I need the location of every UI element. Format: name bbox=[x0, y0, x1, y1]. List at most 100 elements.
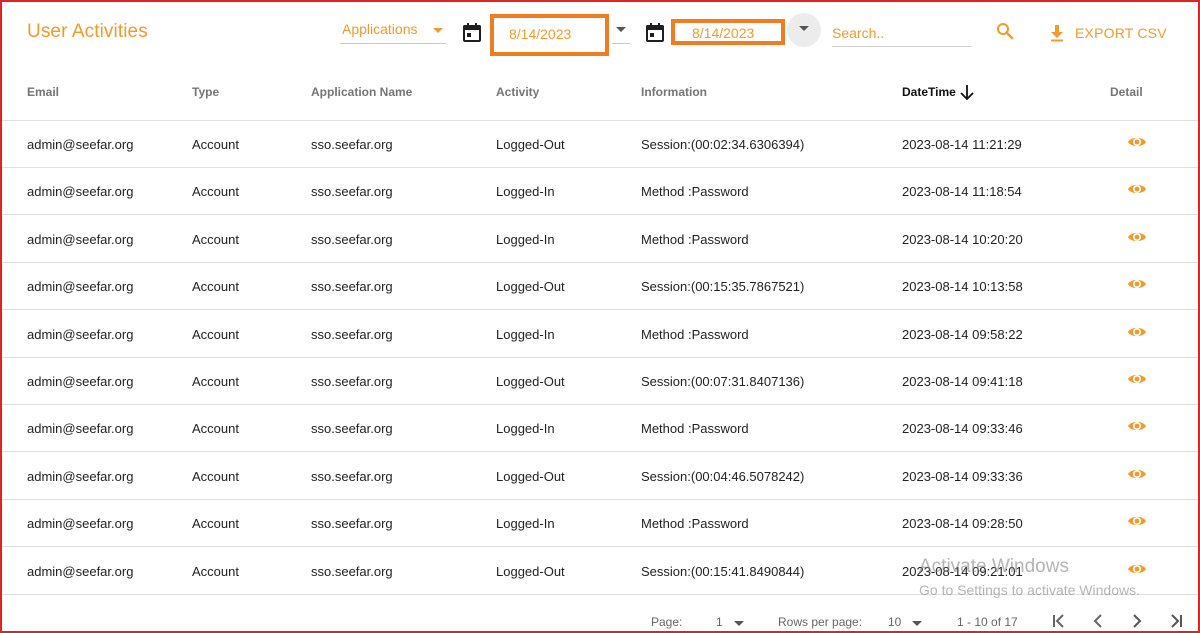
calendar-icon[interactable] bbox=[463, 23, 481, 42]
cell-datetime: 2023-08-14 09:28:50 bbox=[902, 516, 1023, 532]
rows-per-page-select[interactable]: 10 bbox=[888, 611, 924, 631]
calendar-icon[interactable] bbox=[646, 23, 664, 42]
table-row: admin@seefar.org Account sso.seefar.org Log… bbox=[2, 168, 1198, 216]
cell-datetime: 2023-08-14 09:33:36 bbox=[902, 468, 1023, 484]
eye-icon[interactable] bbox=[1127, 514, 1147, 528]
search-input[interactable] bbox=[832, 23, 972, 43]
cell-type: Account bbox=[192, 374, 239, 389]
date-from-field[interactable]: 8/14/2023 bbox=[490, 14, 609, 56]
table-row: admin@seefar.org Account sso.seefar.org Log… bbox=[2, 263, 1198, 311]
cell-activity: Logged-Out bbox=[496, 468, 565, 484]
eye-icon[interactable] bbox=[1127, 135, 1147, 149]
eye-icon[interactable] bbox=[1127, 182, 1147, 196]
cell-activity: Logged-Out bbox=[496, 137, 565, 152]
table-row: admin@seefar.org Account sso.seefar.org Log… bbox=[2, 121, 1198, 168]
eye-icon[interactable] bbox=[1127, 419, 1147, 433]
date-from-dropdown[interactable] bbox=[612, 20, 630, 44]
column-header-datetime[interactable]: DateTime bbox=[902, 85, 956, 99]
cell-email: admin@seefar.org bbox=[27, 374, 134, 389]
cell-type: Account bbox=[192, 279, 239, 295]
table-row: admin@seefar.org Account sso.seefar.org Log… bbox=[2, 358, 1198, 405]
cell-email: admin@seefar.org bbox=[27, 516, 134, 532]
eye-icon[interactable] bbox=[1127, 467, 1147, 481]
cell-information: Method :Password bbox=[641, 421, 749, 437]
date-to-field[interactable]: 8/14/2023 bbox=[671, 19, 785, 45]
column-header-type[interactable]: Type bbox=[192, 85, 219, 99]
cell-datetime: 2023-08-14 11:21:29 bbox=[902, 137, 1022, 152]
eye-icon[interactable] bbox=[1127, 372, 1147, 386]
applications-select-label: Applications bbox=[342, 21, 418, 37]
cell-application: sso.seefar.org bbox=[311, 231, 393, 247]
search-field[interactable] bbox=[832, 20, 972, 47]
cell-email: admin@seefar.org bbox=[27, 563, 134, 579]
applications-select[interactable]: Applications bbox=[340, 17, 446, 44]
rows-per-page-value: 10 bbox=[888, 615, 902, 629]
cell-type: Account bbox=[192, 516, 239, 532]
cell-datetime: 2023-08-14 09:21:01 bbox=[902, 563, 1023, 579]
cell-application: sso.seefar.org bbox=[311, 326, 393, 342]
date-to-dropdown[interactable] bbox=[787, 13, 821, 47]
date-to-value: 8/14/2023 bbox=[692, 25, 755, 41]
table-row: admin@seefar.org Account sso.seefar.org Log… bbox=[2, 216, 1198, 263]
cell-information: Session:(00:07:31.8407136) bbox=[641, 374, 805, 389]
column-header-email[interactable]: Email bbox=[27, 85, 59, 99]
cell-datetime: 2023-08-14 10:20:20 bbox=[902, 231, 1023, 247]
cell-activity: Logged-In bbox=[496, 326, 555, 342]
export-csv-button[interactable]: EXPORT CSV bbox=[1049, 22, 1167, 44]
cell-application: sso.seefar.org bbox=[311, 516, 393, 532]
column-header-activity[interactable]: Activity bbox=[496, 85, 539, 99]
rows-per-page-label: Rows per page: bbox=[778, 615, 863, 629]
last-page-icon[interactable] bbox=[1167, 612, 1185, 630]
cell-email: admin@seefar.org bbox=[27, 421, 134, 437]
page-select[interactable]: 1 bbox=[716, 611, 746, 631]
cell-datetime: 2023-08-14 09:41:18 bbox=[902, 374, 1023, 389]
cell-application: sso.seefar.org bbox=[311, 468, 393, 484]
table-row: admin@seefar.org Account sso.seefar.org Log… bbox=[2, 500, 1198, 548]
cell-information: Method :Password bbox=[641, 326, 749, 342]
export-csv-label: EXPORT CSV bbox=[1075, 25, 1167, 41]
cell-information: Method :Password bbox=[641, 231, 749, 247]
cell-information: Session:(00:04:46.5078242) bbox=[641, 468, 805, 484]
cell-activity: Logged-Out bbox=[496, 279, 565, 295]
page-label: Page: bbox=[651, 615, 683, 629]
cell-email: admin@seefar.org bbox=[27, 279, 134, 295]
cell-application: sso.seefar.org bbox=[311, 184, 393, 200]
arrow-down-icon[interactable] bbox=[959, 84, 975, 101]
cell-email: admin@seefar.org bbox=[27, 231, 134, 247]
toolbar: User Activities Applications 8/14/2023 8… bbox=[2, 2, 1198, 66]
prev-page-icon[interactable] bbox=[1089, 612, 1107, 630]
pagination-bar: Page: 1 Rows per page: 10 1 - 10 of 17 bbox=[2, 598, 1198, 631]
page-range: 1 - 10 of 17 bbox=[957, 615, 1018, 629]
chevron-down-icon bbox=[799, 26, 809, 31]
chevron-down-icon bbox=[616, 27, 626, 32]
cell-application: sso.seefar.org bbox=[311, 563, 393, 579]
cell-application: sso.seefar.org bbox=[311, 137, 393, 152]
cell-type: Account bbox=[192, 231, 239, 247]
cell-information: Session:(00:02:34.6306394) bbox=[641, 137, 805, 152]
cell-application: sso.seefar.org bbox=[311, 374, 393, 389]
eye-icon[interactable] bbox=[1127, 562, 1147, 576]
column-header-information[interactable]: Information bbox=[641, 85, 707, 99]
cell-email: admin@seefar.org bbox=[27, 326, 134, 342]
cell-type: Account bbox=[192, 468, 239, 484]
table-header: Email Type Application Name Activity Inf… bbox=[2, 66, 1198, 121]
table-row: admin@seefar.org Account sso.seefar.org Log… bbox=[2, 405, 1198, 453]
eye-icon[interactable] bbox=[1127, 230, 1147, 244]
cell-activity: Logged-Out bbox=[496, 374, 565, 389]
cell-activity: Logged-In bbox=[496, 184, 555, 200]
eye-icon[interactable] bbox=[1127, 277, 1147, 291]
search-icon[interactable] bbox=[996, 22, 1014, 40]
first-page-icon[interactable] bbox=[1050, 612, 1068, 630]
cell-type: Account bbox=[192, 326, 239, 342]
column-header-application[interactable]: Application Name bbox=[311, 85, 412, 99]
eye-icon[interactable] bbox=[1127, 325, 1147, 339]
chevron-down-icon bbox=[433, 28, 443, 33]
cell-activity: Logged-Out bbox=[496, 563, 565, 579]
cell-datetime: 2023-08-14 10:13:58 bbox=[902, 279, 1023, 295]
cell-email: admin@seefar.org bbox=[27, 184, 134, 200]
column-header-detail: Detail bbox=[1110, 85, 1143, 99]
screen-frame: User Activities Applications 8/14/2023 8… bbox=[0, 0, 1200, 633]
cell-email: admin@seefar.org bbox=[27, 137, 134, 152]
next-page-icon[interactable] bbox=[1128, 612, 1146, 630]
cell-type: Account bbox=[192, 563, 239, 579]
